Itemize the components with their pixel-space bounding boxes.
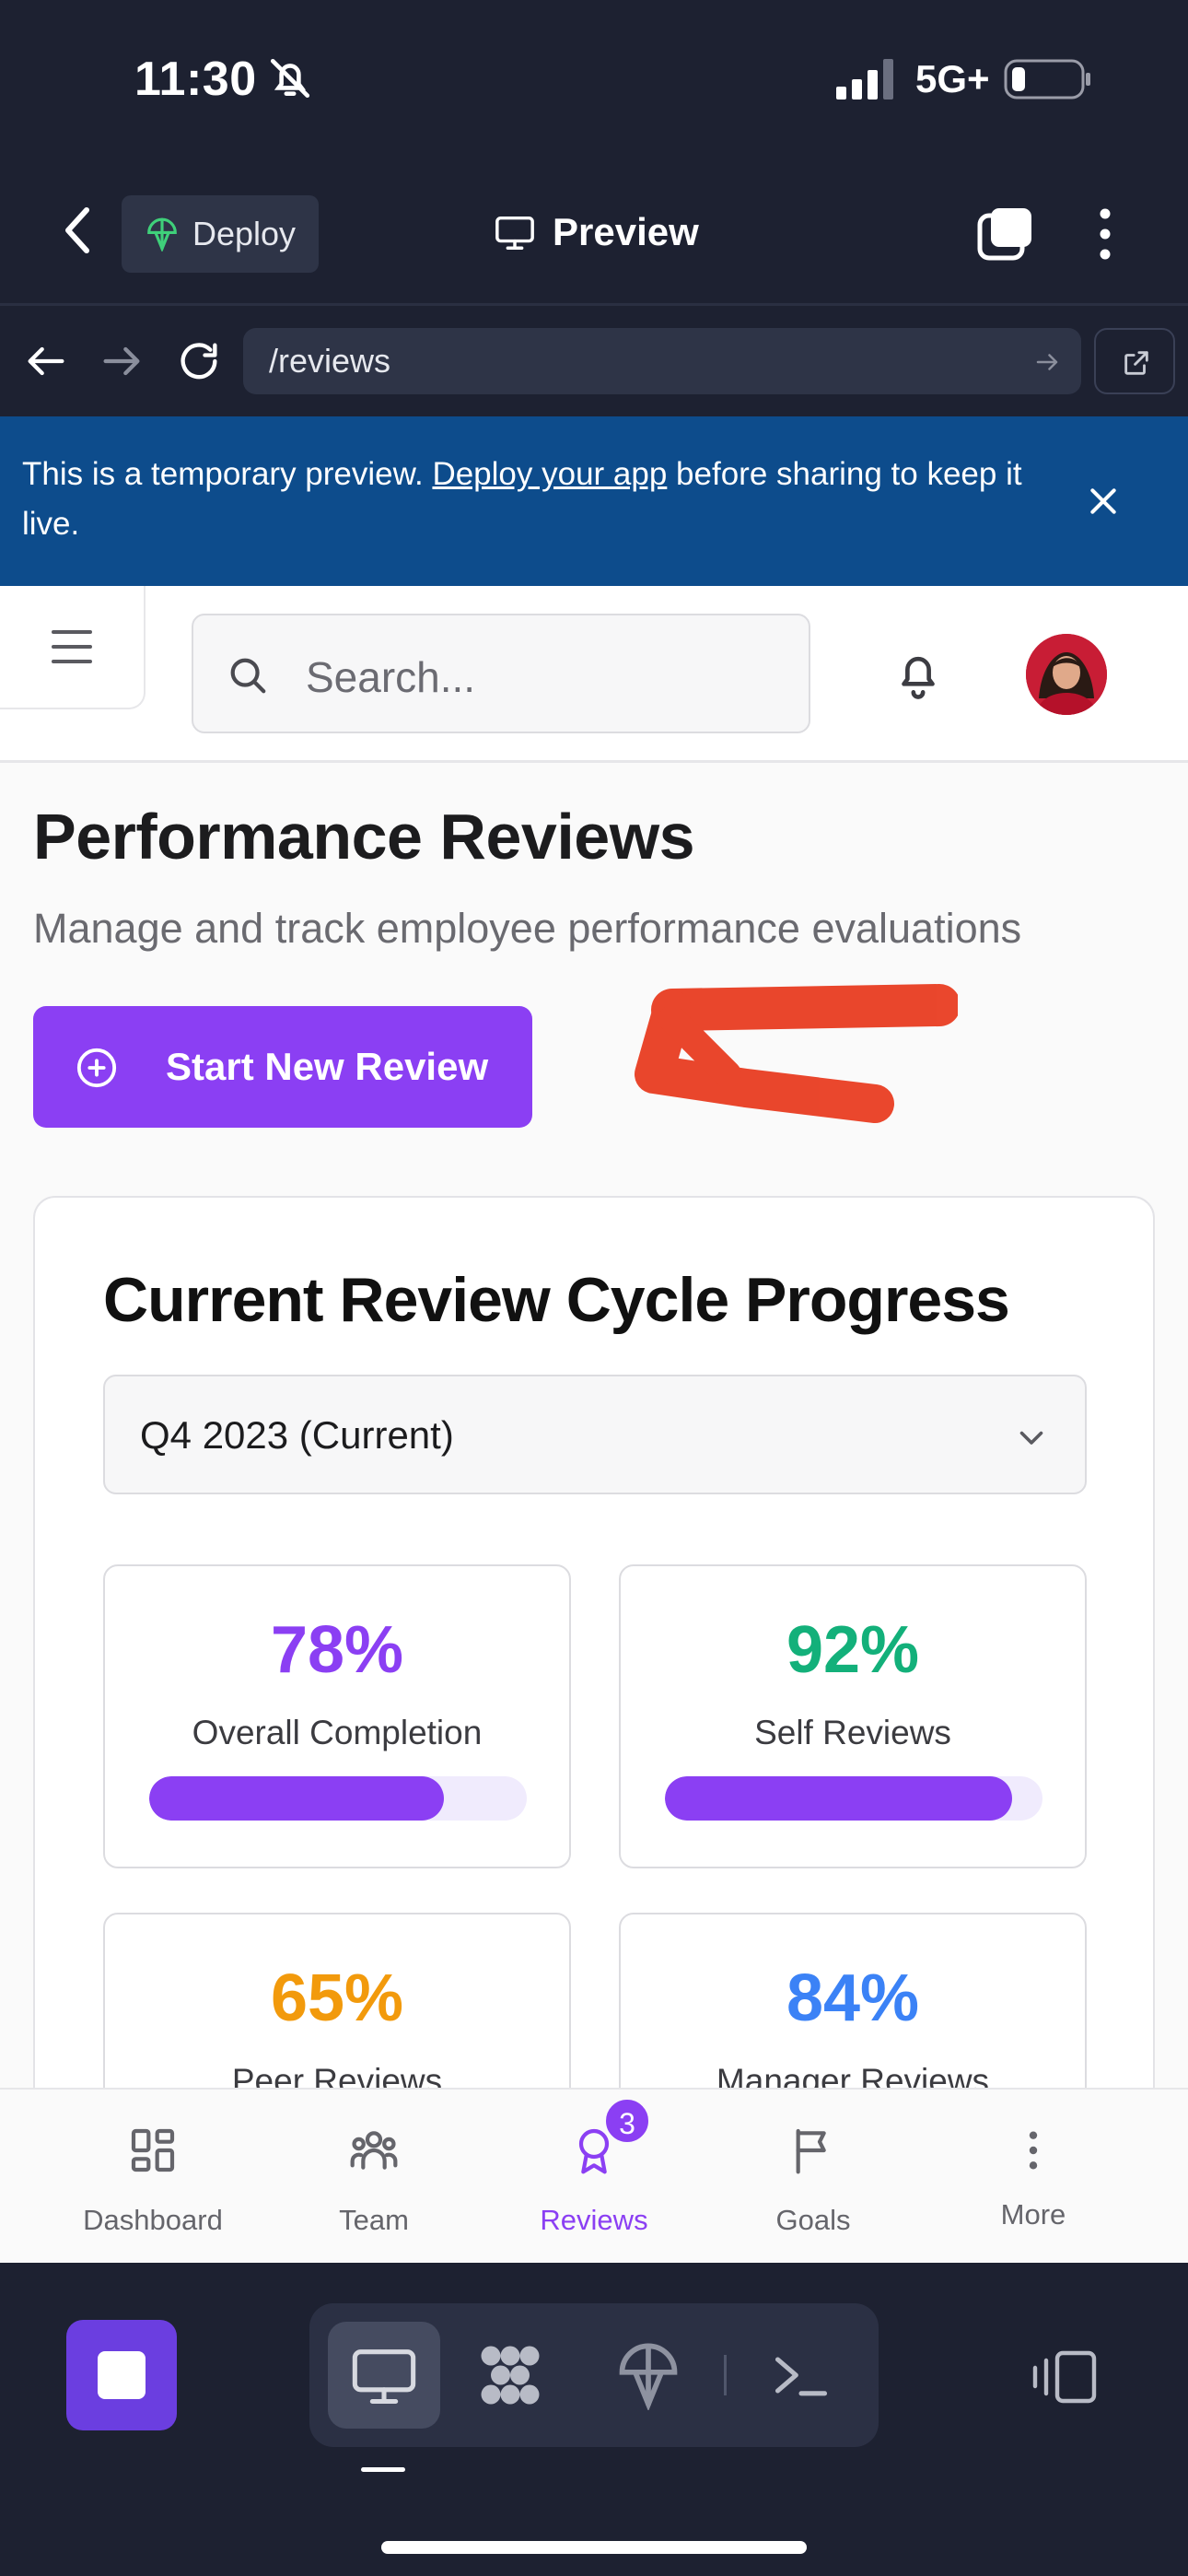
app-page: Search... Performance Reviews Manage and…: [0, 586, 1188, 2088]
nav-item-goals[interactable]: Goals: [703, 2090, 924, 2265]
avatar-image: [1026, 634, 1107, 715]
deploy-button[interactable]: Deploy: [122, 195, 319, 273]
more-vertical-icon[interactable]: [1083, 205, 1127, 263]
nav-item-team[interactable]: Team: [263, 2090, 484, 2265]
signal-icon: [836, 59, 893, 100]
go-arrow-icon[interactable]: [1033, 348, 1061, 376]
search-placeholder: Search...: [306, 653, 476, 701]
chevron-down-icon: [1019, 1431, 1043, 1445]
search-icon: [230, 658, 266, 694]
back-icon[interactable]: [57, 203, 101, 258]
deploy-app-link[interactable]: Deploy your app: [432, 456, 667, 492]
stat-label: Peer Reviews: [231, 2062, 443, 2088]
stat-value: 84%: [786, 1961, 920, 2035]
nav-item-more[interactable]: More: [923, 2090, 1144, 2265]
close-icon[interactable]: [1085, 483, 1122, 520]
stat-value: 78%: [270, 1613, 404, 1687]
stat-value: 92%: [786, 1613, 920, 1687]
deploy-label: Deploy: [192, 215, 297, 252]
progress-fill: [665, 1776, 1013, 1821]
stop-icon: [98, 2351, 146, 2399]
bottom-nav: Dashboard Team 3 Reviews Goals More: [0, 2088, 1188, 2263]
nav-label: Dashboard: [83, 2204, 223, 2236]
nav-label: Reviews: [540, 2204, 648, 2236]
status-bar: 11:30 5G+: [0, 0, 1188, 157]
tabs-icon[interactable]: [976, 205, 1035, 263]
page-title: Performance Reviews: [33, 801, 695, 872]
bottom-dock: [0, 2263, 1188, 2576]
clock: 11:30: [134, 53, 257, 106]
cycle-select-value: Q4 2023 (Current): [140, 1413, 454, 1457]
reviews-badge: 3: [603, 2097, 651, 2145]
start-new-review-button[interactable]: Start New Review: [33, 1006, 532, 1128]
network-type: 5G+: [915, 57, 990, 100]
search-input[interactable]: Search...: [192, 614, 810, 733]
progress-track: [149, 1776, 527, 1821]
progress-track: [665, 1776, 1042, 1821]
preview-label: Preview: [553, 210, 699, 253]
banner-text-start: This is a temporary preview.: [22, 456, 433, 492]
stat-value: 65%: [270, 1961, 404, 2035]
nav-item-dashboard[interactable]: Dashboard: [42, 2090, 263, 2265]
url-input[interactable]: /reviews: [243, 328, 1081, 394]
workspace-icon[interactable]: [472, 2336, 549, 2414]
bell-off-icon: [270, 58, 310, 99]
preview-banner: This is a temporary preview. Deploy your…: [0, 416, 1188, 586]
stat-self-reviews: 92% Self Reviews: [619, 1564, 1087, 1868]
cycle-select[interactable]: Q4 2023 (Current): [103, 1375, 1087, 1494]
nav-label: Team: [339, 2204, 409, 2236]
stat-label: Overall Completion: [192, 1714, 483, 1751]
stat-manager-reviews: 84% Manager Reviews: [619, 1913, 1087, 2088]
url-text: /reviews: [269, 342, 391, 380]
monitor-icon: [352, 2349, 416, 2405]
app-header: Search...: [0, 586, 1188, 763]
nav-forward-icon[interactable]: [98, 337, 146, 385]
avatar[interactable]: [1026, 634, 1107, 715]
reload-icon[interactable]: [175, 337, 223, 385]
dashboard-icon: [131, 2128, 175, 2172]
deploy-icon[interactable]: [613, 2340, 683, 2410]
review-cycle-card: Current Review Cycle Progress Q4 2023 (C…: [33, 1196, 1155, 2088]
app-bar: Deploy Preview: [0, 157, 1188, 306]
bell-icon[interactable]: [890, 645, 947, 704]
external-link-icon: [1124, 351, 1148, 375]
preview-title: Preview: [494, 210, 699, 254]
battery-icon: [1004, 59, 1090, 100]
red-arrow-annotation: [635, 984, 958, 1123]
view-switcher: [309, 2303, 879, 2447]
stat-label: Manager Reviews: [716, 2062, 990, 2088]
active-indicator: [361, 2467, 405, 2472]
hamburger-icon: [52, 630, 92, 663]
menu-button[interactable]: [0, 586, 146, 709]
nav-label: Goals: [775, 2204, 851, 2236]
stop-button[interactable]: [66, 2320, 177, 2430]
stat-overall-completion: 78% Overall Completion: [103, 1564, 571, 1868]
device-toggle-icon[interactable]: [1031, 2349, 1100, 2405]
home-indicator: [381, 2541, 807, 2554]
monitor-icon: [495, 216, 534, 250]
more-vertical-icon: [1029, 2131, 1038, 2170]
nav-label: More: [1000, 2198, 1066, 2231]
plus-circle-icon: [76, 1048, 117, 1088]
team-icon: [350, 2131, 398, 2170]
nav-item-reviews[interactable]: 3 Reviews: [483, 2090, 705, 2265]
nav-back-icon[interactable]: [22, 337, 70, 385]
url-bar: /reviews: [0, 306, 1188, 416]
page-subtitle: Manage and track employee performance ev…: [33, 905, 1022, 952]
start-new-review-label: Start New Review: [166, 1045, 489, 1088]
flag-icon: [796, 2128, 826, 2174]
progress-fill: [149, 1776, 444, 1821]
open-external-button[interactable]: [1094, 328, 1175, 394]
stat-peer-reviews: 65% Peer Reviews: [103, 1913, 571, 2088]
card-title: Current Review Cycle Progress: [103, 1265, 1010, 1335]
divider: [724, 2355, 727, 2395]
stat-label: Self Reviews: [754, 1714, 951, 1751]
deploy-icon: [147, 217, 177, 252]
terminal-icon[interactable]: [770, 2344, 833, 2406]
